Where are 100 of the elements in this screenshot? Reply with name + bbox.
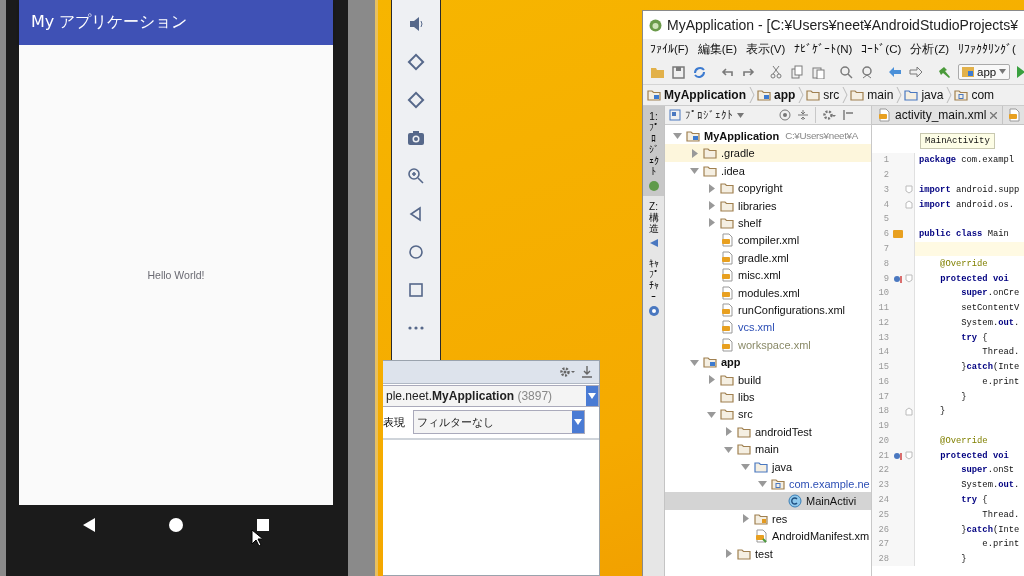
breadcrumb-item[interactable]: main [850, 88, 895, 102]
camera-icon[interactable] [407, 129, 425, 147]
menu-item[interactable]: ﾘﾌｧｸﾀﾘﾝｸﾞ( [958, 42, 1016, 56]
collapsed-arrow-icon[interactable] [707, 201, 716, 210]
override-marker-icon[interactable] [892, 450, 903, 461]
paste-icon[interactable] [811, 64, 825, 79]
expanded-arrow-icon[interactable] [724, 444, 733, 454]
tree-item[interactable]: vcs.xml [665, 318, 871, 336]
filter-dropdown[interactable]: フィルターなし [413, 410, 585, 434]
collapsed-arrow-icon[interactable] [741, 514, 750, 523]
line-number: 10 [877, 288, 890, 299]
menu-item[interactable]: 編集(E) [697, 40, 738, 58]
home-icon[interactable] [169, 518, 183, 532]
breadcrumb-item[interactable]: com [954, 88, 996, 102]
tool-window-tab[interactable]: Z: 構造 [643, 196, 664, 253]
run-icon[interactable] [1017, 64, 1024, 79]
expanded-arrow-icon[interactable] [707, 409, 716, 419]
volume-icon[interactable] [407, 15, 425, 33]
chevron-icon [946, 86, 953, 104]
override-marker-icon[interactable] [892, 273, 903, 284]
tree-item[interactable]: modules.xml [665, 284, 871, 301]
hide-icon[interactable] [842, 109, 854, 121]
tree-item[interactable]: androidTest [665, 423, 871, 440]
back-icon[interactable] [83, 518, 95, 532]
folder-icon [720, 372, 734, 387]
breadcrumb-item[interactable]: src [806, 88, 841, 102]
line-number: 15 [877, 362, 890, 373]
forward-arrow-icon[interactable] [909, 64, 923, 79]
expanded-arrow-icon[interactable] [690, 166, 699, 175]
hammer-icon[interactable] [937, 64, 951, 79]
tree-item[interactable]: com.example.ne [665, 475, 871, 492]
menu-item[interactable]: ﾅﾋﾞｹﾞｰﾄ(N) [794, 42, 853, 56]
fold-end-icon[interactable] [904, 200, 913, 210]
tree-item[interactable]: build [665, 371, 871, 388]
collapsed-arrow-icon[interactable] [707, 183, 716, 193]
tree-item[interactable]: libs [665, 388, 871, 405]
tree-item[interactable]: gradle.xml [665, 249, 871, 266]
zoom-icon[interactable] [407, 167, 425, 185]
tree-item[interactable]: copyright [665, 179, 871, 197]
tree-item[interactable]: compiler.xml [665, 231, 871, 249]
tree-item[interactable]: AndroidManifest.xm [665, 527, 871, 545]
line-number: 4 [882, 199, 890, 210]
tree-item[interactable]: MyApplication C:¥Users¥neet¥A [665, 127, 871, 144]
save-icon[interactable] [671, 64, 685, 79]
collapsed-arrow-icon[interactable] [707, 375, 716, 384]
tree-item[interactable]: runConfigurations.xml [665, 301, 871, 318]
tree-item[interactable]: workspace.xml [665, 336, 871, 353]
process-dropdown[interactable]: ple.neet.MyApplication (3897) [383, 385, 599, 407]
fold-icon[interactable] [904, 451, 913, 461]
settings-icon[interactable] [559, 365, 575, 379]
line-number: 27 [877, 539, 890, 550]
tree-item[interactable]: main [665, 440, 871, 458]
line-number: 7 [882, 243, 890, 254]
collapsed-arrow-icon[interactable] [724, 427, 733, 436]
breadcrumb-item[interactable]: MyApplication [647, 88, 747, 102]
tree-item[interactable]: res [665, 510, 871, 527]
close-icon[interactable] [990, 111, 998, 119]
run-config-dropdown[interactable]: app [958, 63, 1011, 80]
tree-item[interactable]: src [665, 405, 871, 423]
line-number: 19 [877, 421, 890, 432]
expanded-arrow-icon[interactable] [741, 462, 750, 471]
sync-icon[interactable] [692, 64, 706, 79]
tree-item[interactable]: libraries [665, 197, 871, 214]
tree-item[interactable]: .idea [665, 162, 871, 179]
copy-icon[interactable] [790, 64, 804, 79]
line-number: 13 [877, 332, 890, 343]
tree-item[interactable]: MainActivi [665, 492, 871, 510]
xml-file-icon [877, 108, 891, 122]
tree-item[interactable]: misc.xml [665, 266, 871, 284]
tool-window-tab[interactable]: 1: ﾌﾟﾛｼﾞｪｸﾄ [643, 106, 664, 196]
chevron-icon [842, 86, 849, 104]
tree-item[interactable]: .gradle [665, 144, 871, 162]
cut-icon[interactable] [769, 64, 783, 79]
breadcrumb-item[interactable]: java [904, 88, 945, 102]
download-icon[interactable] [581, 365, 593, 379]
tree-item[interactable]: app [665, 353, 871, 371]
menu-item[interactable]: ｺｰﾄﾞ(C) [861, 42, 902, 56]
menu-item[interactable]: 分析(Z) [910, 40, 949, 58]
fold-end-icon[interactable] [904, 406, 913, 416]
fold-icon[interactable] [904, 185, 913, 195]
menu-item[interactable]: 表示(V) [746, 40, 786, 58]
code-line: package com.exampl [918, 155, 1015, 166]
expanded-arrow-icon[interactable] [758, 479, 767, 488]
tree-item[interactable]: shelf [665, 214, 871, 231]
tool-window-tab[interactable]: ｷｬﾌﾟﾁｬｰ [643, 253, 664, 321]
menu-item[interactable]: ﾌｧｲﾙ(F) [650, 42, 689, 56]
fold-icon[interactable] [904, 274, 913, 283]
overview-icon[interactable] [407, 281, 425, 299]
locate-icon[interactable] [779, 109, 791, 121]
settings-icon[interactable] [822, 109, 836, 121]
collapsed-arrow-icon[interactable] [707, 218, 716, 227]
breadcrumb-item[interactable]: app [757, 88, 797, 102]
tree-item[interactable]: test [665, 545, 871, 562]
expanded-arrow-icon[interactable] [673, 131, 682, 140]
collapse-icon[interactable] [797, 109, 809, 121]
search-icon[interactable] [839, 64, 853, 79]
collapsed-arrow-icon[interactable] [690, 148, 699, 158]
tree-item[interactable]: java [665, 458, 871, 475]
collapsed-arrow-icon[interactable] [724, 549, 733, 558]
expanded-arrow-icon[interactable] [690, 357, 699, 367]
